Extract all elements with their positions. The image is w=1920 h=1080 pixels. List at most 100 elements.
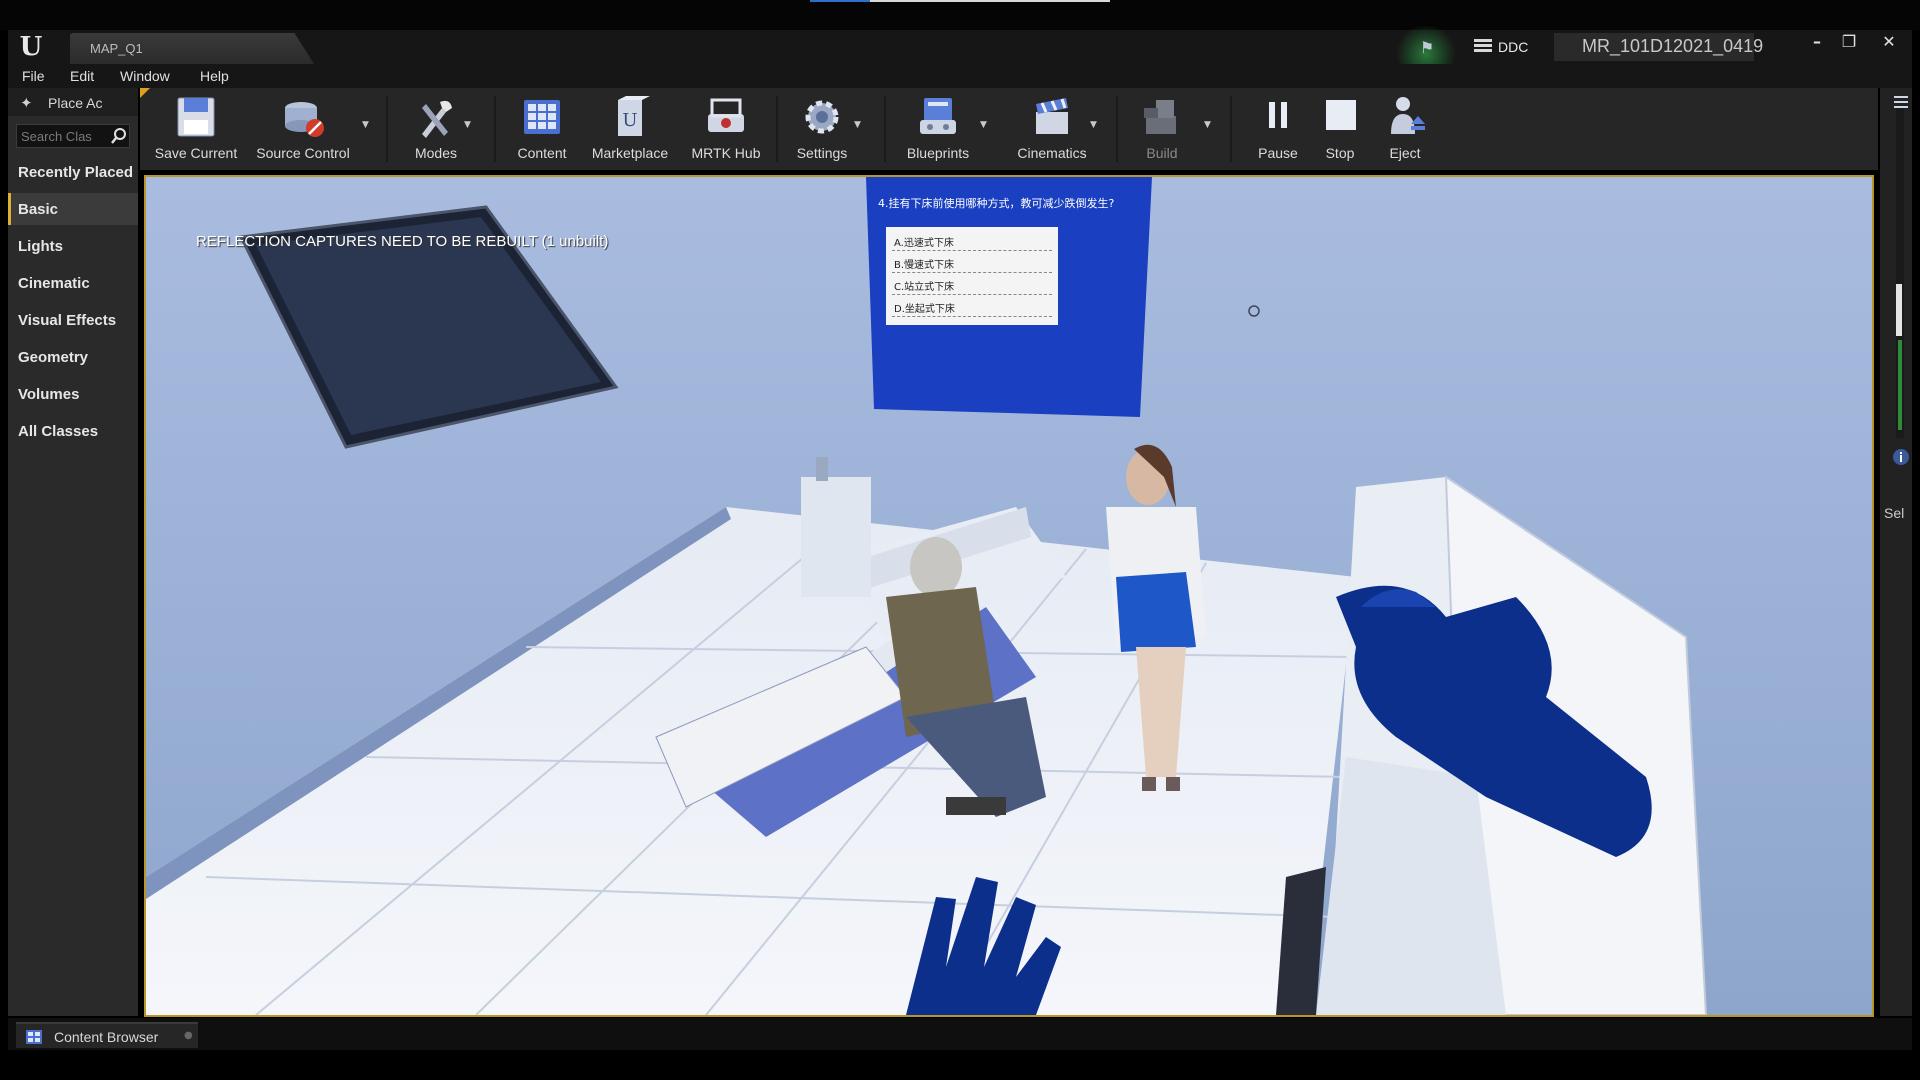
toolbar-separator — [386, 96, 388, 162]
close-tab-icon[interactable]: ● — [184, 1030, 193, 1041]
source-control-button[interactable]: Source Control — [248, 88, 358, 170]
source-control-dropdown-icon[interactable]: ▼ — [362, 120, 372, 130]
toolbar-separator — [1230, 96, 1232, 162]
category-cinematic[interactable]: Cinematic — [8, 267, 138, 299]
quiz-option-d[interactable]: D.坐起式下床 — [892, 295, 1052, 317]
category-all-classes[interactable]: All Classes — [8, 415, 138, 447]
quiz-option-c[interactable]: C.站立式下床 — [892, 273, 1052, 295]
quiz-options: A.迅速式下床 B.慢速式下床 C.站立式下床 D.坐起式下床 — [892, 229, 1052, 317]
title-bar: U MAP_Q1 ⚑ DDC MR_101D12021_0419 – ❐ ✕ — [8, 26, 1912, 82]
viewport-frame: 4.挂有下床前使用哪种方式，教可减少跌倒发生? A.迅速式下床 B.慢速式下床 … — [144, 175, 1874, 1017]
level-tab[interactable]: MAP_Q1 — [70, 33, 314, 64]
toolbar-separator — [1116, 96, 1118, 162]
content-browser-icon — [26, 1030, 42, 1044]
menu-help[interactable]: Help — [200, 68, 229, 84]
main-toolbar: Save Current Source Control ▼ Modes ▼ Co… — [140, 88, 1878, 170]
menu-bar: File Edit Window Help — [8, 64, 1912, 88]
cinematics-label: Cinematics — [1017, 145, 1087, 161]
category-geometry[interactable]: Geometry — [8, 341, 138, 373]
content-browser-label: Content Browser — [54, 1029, 159, 1045]
bottom-dock: Content Browser ● — [8, 1018, 1912, 1050]
blueprints-button[interactable]: Blueprints — [888, 88, 988, 170]
clapperboard-icon — [1036, 98, 1068, 134]
menu-window[interactable]: Window — [120, 68, 170, 84]
graduation-cap-icon: ⚑ — [1419, 38, 1435, 57]
content-button[interactable]: Content — [502, 88, 582, 170]
pause-icon — [1269, 102, 1287, 128]
minimize-button[interactable]: – — [1802, 32, 1832, 54]
category-visual-effects[interactable]: Visual Effects — [8, 304, 138, 336]
pause-label: Pause — [1258, 145, 1298, 161]
place-actors-tab[interactable]: ✦ Place Ac — [8, 88, 138, 116]
ddc-label: DDC — [1498, 39, 1529, 55]
search-classes-input[interactable] — [21, 128, 107, 145]
scrollbar-thumb[interactable] — [1896, 284, 1902, 336]
mrtk-hub-icon — [708, 98, 744, 132]
cinematics-button[interactable]: Cinematics — [1002, 88, 1102, 170]
mrtk-hub-button[interactable]: MRTK Hub — [678, 88, 774, 170]
details-info-icon[interactable] — [1892, 448, 1910, 466]
build-blocks-icon — [1144, 100, 1176, 134]
close-button[interactable]: ✕ — [1874, 32, 1904, 54]
ddc-status-button[interactable]: DDC — [1470, 35, 1546, 59]
source-control-icon — [285, 102, 324, 137]
bedside-table — [801, 477, 871, 597]
place-actors-icon: ✦ — [20, 94, 33, 112]
place-actors-tab-label: Place Ac — [48, 95, 103, 111]
category-lights[interactable]: Lights — [8, 230, 138, 262]
menu-file[interactable]: File — [22, 68, 45, 84]
stop-label: Stop — [1325, 145, 1355, 161]
toolbar-separator — [494, 96, 496, 162]
pause-button[interactable]: Pause — [1242, 88, 1314, 170]
place-actors-panel: ✦ Place Ac Recently Placed Basic Lights … — [8, 88, 138, 1016]
quiz-option-b[interactable]: B.慢速式下床 — [892, 251, 1052, 273]
marketplace-button[interactable]: U Marketplace — [582, 88, 678, 170]
marketplace-label: Marketplace — [591, 145, 669, 161]
save-current-button[interactable]: Save Current — [146, 88, 246, 170]
level-tab-label: MAP_Q1 — [90, 41, 143, 56]
screen-top-band — [0, 0, 1920, 30]
quiz-option-a[interactable]: A.迅速式下床 — [892, 229, 1052, 251]
selection-label: Sel — [1884, 505, 1905, 521]
toolbar-separator — [884, 96, 886, 162]
category-volumes[interactable]: Volumes — [8, 378, 138, 410]
eject-button[interactable]: Eject — [1372, 88, 1438, 170]
toolbar-separator — [776, 96, 778, 162]
build-dropdown-icon[interactable]: ▼ — [1204, 120, 1214, 130]
stop-button[interactable]: Stop — [1310, 88, 1370, 170]
level-viewport[interactable]: 4.挂有下床前使用哪种方式，教可减少跌倒发生? A.迅速式下床 B.慢速式下床 … — [146, 177, 1872, 1015]
blueprints-label: Blueprints — [906, 145, 970, 161]
category-basic[interactable]: Basic — [8, 193, 138, 225]
build-button[interactable]: Build — [1120, 88, 1204, 170]
source-control-label: Source Control — [256, 145, 350, 161]
search-icon[interactable] — [110, 127, 128, 145]
marketplace-icon: U — [618, 96, 650, 136]
eject-person-icon — [1391, 97, 1425, 134]
cinematics-dropdown-icon[interactable]: ▼ — [1090, 120, 1100, 130]
stop-icon — [1326, 100, 1356, 130]
settings-button[interactable]: Settings — [780, 88, 864, 170]
save-current-label: Save Current — [154, 145, 238, 161]
project-name: MR_101D12021_0419 — [1554, 33, 1763, 61]
save-icon — [177, 97, 215, 137]
blueprints-dropdown-icon[interactable]: ▼ — [980, 120, 990, 130]
settings-dropdown-icon[interactable]: ▼ — [854, 120, 864, 130]
quiz-question: 4.挂有下床前使用哪种方式，教可减少跌倒发生? — [878, 197, 1115, 210]
blueprints-icon — [920, 98, 956, 134]
modes-dropdown-icon[interactable]: ▼ — [464, 120, 474, 130]
eject-label: Eject — [1389, 145, 1421, 161]
menu-edit[interactable]: Edit — [70, 68, 94, 84]
content-browser-tab[interactable]: Content Browser ● — [16, 1022, 198, 1048]
mrtk-hub-label: MRTK Hub — [691, 145, 761, 161]
category-recently-placed[interactable]: Recently Placed — [8, 156, 138, 188]
toolbar-corner-marker — [140, 88, 150, 98]
modes-label: Modes — [414, 145, 458, 161]
scrollbar-track-highlight — [1898, 340, 1902, 430]
restore-button[interactable]: ❐ — [1834, 32, 1864, 54]
settings-gear-icon — [805, 100, 839, 134]
settings-label: Settings — [796, 145, 848, 161]
bottle — [816, 457, 828, 481]
reflection-captures-warning: REFLECTION CAPTURES NEED TO BE REBUILT (… — [196, 233, 609, 250]
notification-button[interactable]: ⚑ — [1394, 26, 1458, 82]
unreal-logo-icon: U — [19, 32, 43, 62]
